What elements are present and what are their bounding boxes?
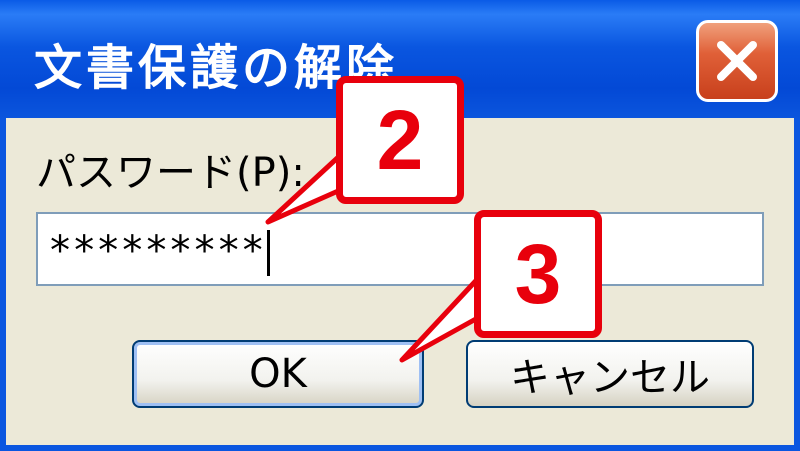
step-2-number: 2 xyxy=(376,92,424,187)
callout-pointers xyxy=(265,147,513,363)
step-3-number: 3 xyxy=(514,226,562,321)
step-2-callout: 2 xyxy=(336,76,464,204)
step-3-callout: 3 xyxy=(474,210,602,338)
